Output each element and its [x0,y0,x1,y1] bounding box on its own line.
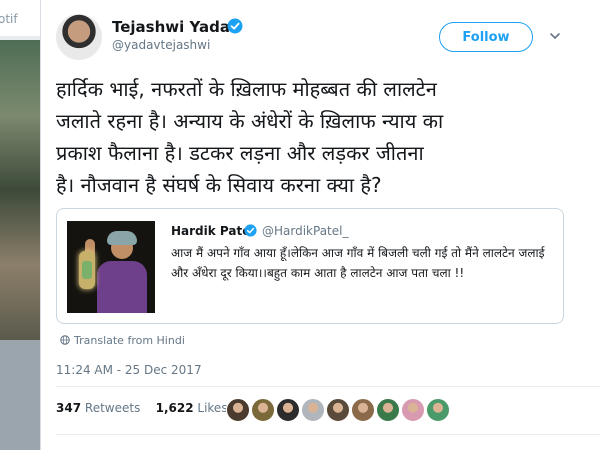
quoted-tweet[interactable]: Hardik Patel @HardikPatel_ आज मैं अपने ग… [56,208,564,324]
tweet-text-line: जलाते रहना है। अन्याय के अंधेरों के ख़िल… [56,109,444,133]
lantern-glass [82,261,92,279]
author-name[interactable]: Tejashwi Yadav [112,18,240,36]
liker-avatar[interactable] [426,398,450,422]
quoted-author-handle[interactable]: @HardikPatel_ [262,224,348,238]
liker-avatar[interactable] [251,398,275,422]
liker-avatar[interactable] [376,398,400,422]
quoted-tweet-text: आज मैं अपने गाँव आया हूँ।लेकिन आज गाँव म… [171,246,545,280]
liker-avatar[interactable] [226,398,250,422]
divider [56,434,600,435]
retweets-count[interactable]: 347 [56,401,81,415]
tweet-card: Tejashwi Yadav @yadavtejashwi Follow हार… [56,0,600,450]
follow-button[interactable]: Follow [439,22,533,52]
quoted-tweet-image[interactable] [67,221,155,313]
tweet-text: हार्दिक भाई, नफरतों के ख़िलाफ मोहब्बत की… [56,73,591,201]
translate-link[interactable]: Translate from Hindi [60,334,185,347]
liker-avatar[interactable] [326,398,350,422]
tweet-header: Tejashwi Yadav @yadavtejashwi Follow [56,14,600,60]
background-photo [0,40,40,340]
divider [56,386,600,387]
globe-icon [60,335,70,345]
author-avatar[interactable] [56,14,102,60]
quoted-author-name[interactable]: Hardik Patel [171,224,254,238]
tweet-text-line: हार्दिक भाई, नफरतों के ख़िलाफ मोहब्बत की… [56,77,437,101]
left-strip-text-fragment: otif [0,12,18,26]
verified-badge-icon [244,224,257,237]
person-body [97,261,147,313]
person-cap [107,231,137,245]
tweet-stats: 347 Retweets 1,622 Likes [56,401,228,415]
liker-avatar[interactable] [276,398,300,422]
translate-label[interactable]: Translate from Hindi [74,334,185,347]
chevron-down-icon[interactable] [549,30,561,42]
liker-avatar[interactable] [301,398,325,422]
author-handle[interactable]: @yadavtejashwi [112,38,210,52]
left-background-strip: otif [0,0,41,450]
likes-label[interactable]: Likes [197,401,227,415]
tweet-text-line: प्रकाश फैलाना है। डटकर लड़ना और लड़कर जी… [56,141,424,165]
tweet-timestamp[interactable]: 11:24 AM - 25 Dec 2017 [56,363,202,377]
tweet-text-line: है। नौजवान है संघर्ष के सिवाय करना क्या … [56,173,382,197]
verified-badge-icon [227,18,243,34]
liker-avatar[interactable] [351,398,375,422]
likes-count[interactable]: 1,622 [156,401,194,415]
liker-avatar[interactable] [401,398,425,422]
retweets-label[interactable]: Retweets [85,401,140,415]
background-photo-lower [0,340,40,450]
